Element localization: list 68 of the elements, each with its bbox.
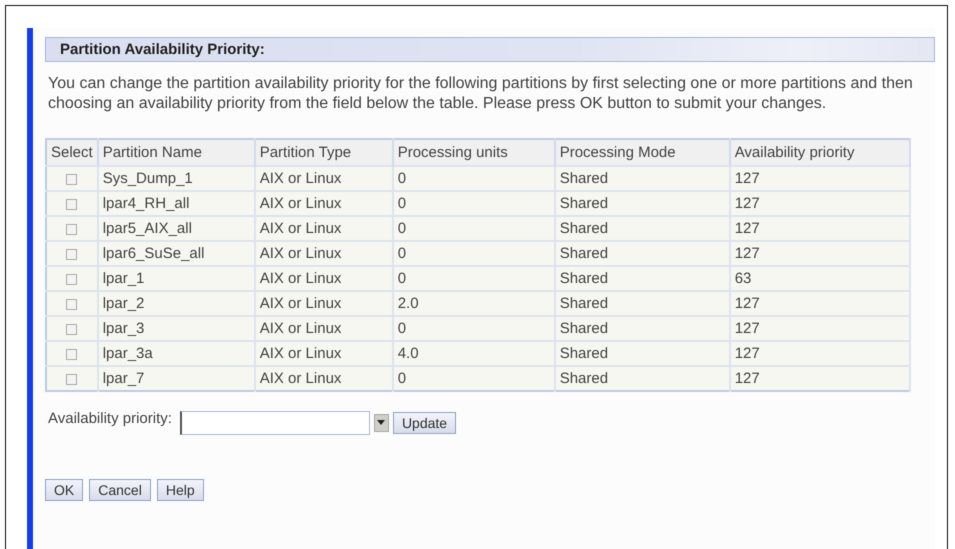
table-cell: Shared — [554, 266, 730, 291]
row-checkbox[interactable] — [66, 198, 78, 210]
action-button[interactable]: Cancel — [89, 479, 151, 501]
table-cell: 0 — [392, 266, 555, 291]
action-button[interactable]: Help — [156, 479, 204, 501]
row-checkbox[interactable] — [66, 324, 78, 335]
table-cell: AIX or Linux — [254, 291, 393, 316]
priority-field[interactable] — [180, 410, 370, 434]
column-header: Select — [46, 139, 98, 166]
table-cell: 0 — [392, 316, 555, 341]
table-cell: 127 — [730, 216, 910, 241]
table-cell: AIX or Linux — [254, 166, 393, 191]
table-cell: 127 — [730, 241, 910, 266]
table-cell: Shared — [554, 191, 730, 216]
table-cell: lpar_7 — [98, 366, 255, 391]
section-title: Partition Availability Priority: — [45, 37, 935, 62]
table-cell: lpar_2 — [98, 291, 255, 316]
table-cell: Sys_Dump_1 — [98, 166, 255, 191]
row-checkbox[interactable] — [66, 224, 78, 235]
column-header: Processing units — [392, 139, 555, 166]
update-button[interactable]: Update — [392, 412, 456, 434]
table-cell: 0 — [392, 366, 555, 391]
column-header: Partition Name — [98, 139, 255, 166]
table-cell: Shared — [554, 241, 730, 266]
table-cell: AIX or Linux — [254, 341, 393, 366]
table-cell: Shared — [554, 341, 730, 366]
description-text: You can change the partition availability priority for the following partitions by first selecting one or more partitions and then choosing an availability priority from the field below the table. Please press OK button to submit your changes. — [48, 74, 914, 114]
row-checkbox[interactable] — [66, 374, 78, 385]
table-cell: lpar_3 — [98, 316, 255, 341]
table-cell: AIX or Linux — [254, 191, 393, 216]
table-cell: AIX or Linux — [254, 241, 393, 266]
table-cell: 2.0 — [392, 291, 555, 316]
column-header: Availability priority — [730, 139, 910, 166]
table-cell: AIX or Linux — [254, 266, 393, 291]
column-header: Partition Type — [254, 139, 393, 166]
table-cell: 127 — [730, 191, 910, 216]
table-cell: 127 — [730, 366, 910, 391]
table-cell: 127 — [730, 341, 910, 366]
table-cell: lpar_1 — [98, 266, 255, 291]
table-cell: AIX or Linux — [254, 366, 393, 391]
table-cell: 127 — [730, 316, 910, 341]
table-cell: Shared — [554, 316, 730, 341]
row-checkbox[interactable] — [66, 174, 78, 185]
table-cell: lpar6_SuSe_all — [98, 241, 255, 266]
table-cell: 127 — [730, 291, 910, 316]
row-checkbox[interactable] — [66, 248, 78, 260]
table-cell: Shared — [554, 366, 730, 391]
table-cell: 127 — [730, 166, 910, 191]
row-checkbox[interactable] — [66, 298, 78, 310]
row-checkbox[interactable] — [66, 274, 78, 285]
table-cell: Shared — [554, 291, 730, 316]
table-cell: 0 — [392, 241, 555, 266]
column-header: Processing Mode — [554, 139, 730, 166]
table-cell: 63 — [730, 266, 910, 291]
table-cell: Shared — [554, 166, 730, 191]
table-cell: Shared — [554, 216, 730, 241]
row-checkbox[interactable] — [66, 348, 78, 360]
field-label: Availability priority: — [48, 410, 172, 427]
table-cell: AIX or Linux — [254, 316, 393, 341]
table-cell: 0 — [392, 191, 555, 216]
table-cell: lpar4_RH_all — [98, 191, 255, 216]
table-cell: lpar_3a — [98, 341, 255, 366]
table-cell: 4.0 — [392, 341, 555, 366]
table-cell: 0 — [392, 166, 555, 191]
table-cell: AIX or Linux — [254, 216, 393, 241]
action-button[interactable]: OK — [45, 479, 84, 501]
table-cell: lpar5_AIX_all — [98, 216, 255, 241]
table-cell: 0 — [392, 216, 555, 241]
